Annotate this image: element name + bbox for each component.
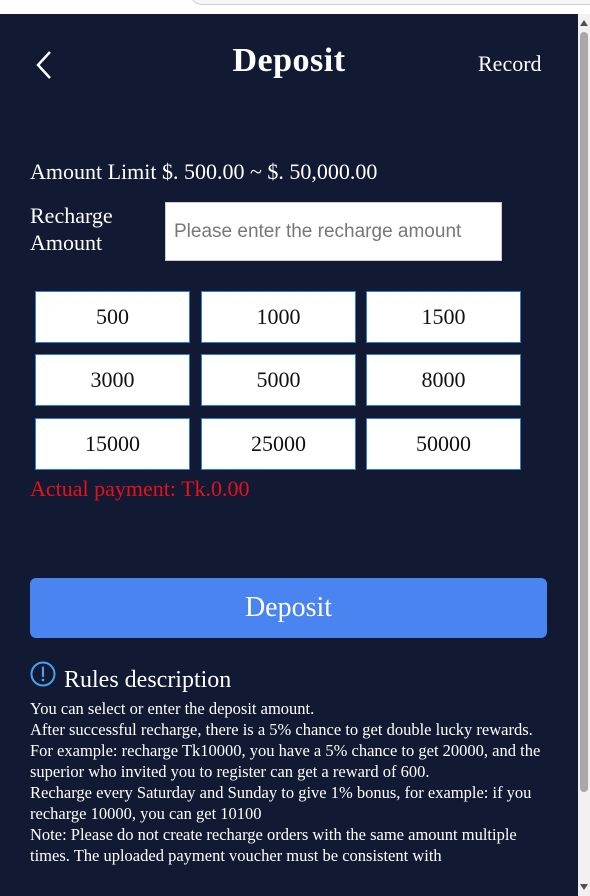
scrollbar-thumb[interactable] [580,32,588,792]
recharge-amount-input[interactable] [165,202,502,261]
amount-option[interactable]: 25000 [201,418,356,470]
amount-option[interactable]: 500 [35,291,190,343]
amount-limit-text: Amount Limit $. 500.00 ~ $. 50,000.00 [30,159,378,184]
browser-tab-edge [190,0,590,5]
scroll-up-arrow-icon[interactable] [580,20,588,26]
amount-option[interactable]: 8000 [366,354,521,406]
recharge-amount-label: Recharge Amount [30,203,113,255]
amount-option[interactable]: 1500 [366,291,521,343]
rules-header: Rules description [30,661,232,694]
amount-option[interactable]: 50000 [366,418,521,470]
actual-payment-text: Actual payment: Tk.0.00 [30,476,250,501]
page-scrollbar[interactable] [578,14,590,896]
rules-description: You can select or enter the deposit amou… [30,699,541,865]
amount-option[interactable]: 1000 [201,291,356,343]
scroll-down-arrow-icon[interactable] [580,884,588,890]
record-link[interactable]: Record [478,51,542,77]
rules-title: Rules description [64,666,232,693]
deposit-button[interactable]: Deposit [30,578,547,638]
browser-top-strip [0,0,590,14]
amount-option[interactable]: 5000 [201,354,356,406]
amount-option[interactable]: 3000 [35,354,190,406]
amount-option[interactable]: 15000 [35,418,190,470]
deposit-page: Deposit Record Amount Limit $. 500.00 ~ … [0,14,578,896]
info-exclamation-icon [30,661,56,687]
